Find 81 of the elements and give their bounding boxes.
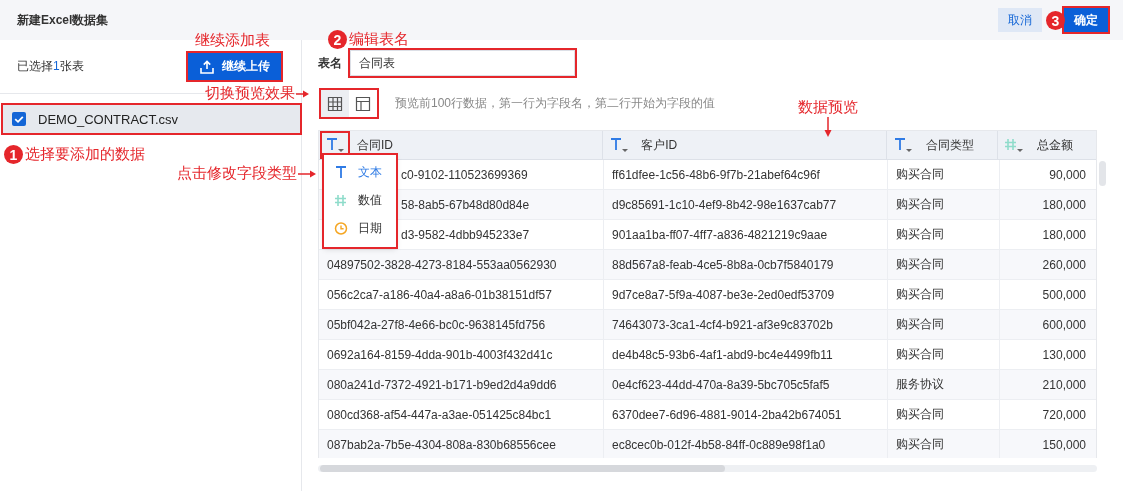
menu-item[interactable]: 数值 bbox=[324, 186, 396, 214]
table-cell: de4b48c5-93b6-4af1-abd9-bc4e4499fb11 bbox=[612, 347, 833, 362]
table-cell: 服务协议 bbox=[896, 376, 944, 393]
layout-icon bbox=[355, 95, 371, 112]
annotation-label: 切换预览效果 bbox=[205, 84, 295, 103]
table-cell: 9d7ce8a7-5f9a-4087-be3e-2ed0edf53709 bbox=[612, 287, 835, 302]
table-cell: 901aa1ba-ff07-4ff7-a836-4821219c9aae bbox=[612, 227, 828, 242]
table-cell: 0692a164-8159-4dda-901b-4003f432d41c bbox=[327, 347, 553, 362]
text-type-icon bbox=[892, 137, 913, 153]
table-cell: 500,000 bbox=[1042, 287, 1086, 302]
table-view-button[interactable] bbox=[321, 90, 349, 117]
table-cell: 0e4cf623-44dd-470a-8a39-5bc705c5faf5 bbox=[612, 377, 830, 392]
table-cell: 购买合同 bbox=[896, 256, 944, 273]
grid-icon bbox=[327, 95, 343, 112]
table-cell: 260,000 bbox=[1042, 257, 1086, 272]
column-title: 合同类型 bbox=[925, 136, 974, 154]
table-cell: ec8cec0b-012f-4b58-84ff-0c889e98f1a0 bbox=[612, 437, 826, 452]
table-cell: 购买合同 bbox=[896, 226, 944, 243]
scrollbar[interactable] bbox=[318, 465, 1097, 472]
table-cell: 210,000 bbox=[1042, 377, 1086, 392]
column-title: 总金额 bbox=[1037, 136, 1074, 154]
table-cell: 150,000 bbox=[1042, 437, 1086, 452]
menu-item[interactable]: 日期 bbox=[324, 214, 396, 242]
table-cell: 04897502-3828-4273-8184-553aa0562930 bbox=[327, 257, 557, 272]
text-type-icon bbox=[325, 137, 345, 153]
table-cell: 720,000 bbox=[1042, 407, 1086, 422]
hash-icon bbox=[1004, 137, 1025, 153]
table-cell: 130,000 bbox=[1042, 347, 1086, 362]
table-cell: 购买合同 bbox=[896, 406, 944, 423]
menu-item[interactable]: 文本 bbox=[324, 158, 396, 186]
checkbox[interactable] bbox=[12, 112, 26, 126]
table-cell: 180,000 bbox=[1042, 227, 1086, 242]
table-cell: 180,000 bbox=[1042, 197, 1086, 212]
table-cell: 05bf042a-27f8-4e66-bc0c-9638145fd756 bbox=[327, 317, 546, 332]
annotation-label: 点击修改字段类型 bbox=[177, 164, 297, 183]
table-cell: 90,000 bbox=[1049, 167, 1086, 182]
type-dropdown[interactable] bbox=[322, 133, 348, 157]
table-cell: c0-9102-110523699369 bbox=[401, 167, 528, 182]
table-cell: 购买合同 bbox=[896, 286, 944, 303]
hash-icon bbox=[334, 192, 348, 208]
table-cell: 080a241d-7372-4921-b171-b9ed2d4a9dd6 bbox=[327, 377, 557, 392]
annotation-arrow bbox=[824, 117, 832, 137]
table-cell: d9c85691-1c10-4ef9-8b42-98e1637cab77 bbox=[612, 197, 837, 212]
upload-icon bbox=[199, 59, 214, 74]
annotation-arrow bbox=[296, 89, 309, 98]
annotation-arrow bbox=[298, 169, 316, 178]
table-name-field[interactable]: 合同表 bbox=[350, 50, 575, 76]
dialog-title: 新建Excel数据集 bbox=[17, 11, 109, 29]
table-cell: 购买合同 bbox=[896, 346, 944, 363]
table-cell: 88d567a8-feab-4ce5-8b8a-0cb7f5840179 bbox=[612, 257, 834, 272]
step-badge: 1 bbox=[4, 145, 23, 164]
column-title: 客户ID bbox=[641, 136, 678, 154]
table-cell: 购买合同 bbox=[896, 436, 944, 453]
hint-text: 预览前100行数据，第一行为字段名，第二行开始为字段的值 bbox=[395, 95, 716, 112]
table-cell: 080cd368-af54-447a-a3ae-051425c84bc1 bbox=[327, 407, 552, 422]
clock-icon bbox=[334, 220, 348, 236]
upload-button[interactable]: 继续上传 bbox=[188, 53, 281, 80]
table-cell: 购买合同 bbox=[896, 196, 944, 213]
text-type-icon bbox=[609, 137, 630, 153]
table-cell: ff61dfee-1c56-48b6-9f7b-21abef64c96f bbox=[612, 167, 820, 182]
table-cell: 58-8ab5-67b48d80d84e bbox=[401, 197, 530, 212]
confirm-button[interactable]: 确定 bbox=[1064, 8, 1108, 32]
file-item[interactable]: DEMO_CONTRACT.csv bbox=[3, 105, 300, 133]
table-cell: 购买合同 bbox=[896, 166, 944, 183]
table-cell: 74643073-3ca1-4cf4-b921-af3e9c83702b bbox=[612, 317, 833, 332]
table-cell: 600,000 bbox=[1042, 317, 1086, 332]
annotation-label: 继续添加表 bbox=[195, 31, 270, 50]
table-cell: 6370dee7-6d96-4881-9014-2ba42b674051 bbox=[612, 407, 842, 422]
field-label: 表名 bbox=[318, 54, 342, 72]
text-type-icon bbox=[334, 164, 348, 180]
column-title: 合同ID bbox=[357, 136, 393, 154]
scrollbar[interactable] bbox=[1099, 161, 1106, 186]
annotation-label: 选择要添加的数据 bbox=[25, 145, 145, 164]
cancel-button[interactable]: 取消 bbox=[998, 8, 1042, 32]
table-cell: 购买合同 bbox=[896, 316, 944, 333]
annotation-label: 数据预览 bbox=[798, 98, 858, 117]
table-cell: 087bab2a-7b5e-4304-808a-830b68556cee bbox=[327, 437, 556, 452]
annotation-label: 编辑表名 bbox=[349, 30, 409, 49]
selected-count-text: 已选择1张表 bbox=[17, 58, 84, 75]
table-cell: d3-9582-4dbb945233e7 bbox=[401, 227, 530, 242]
table-cell: 056c2ca7-a186-40a4-a8a6-01b38151df57 bbox=[327, 287, 552, 302]
